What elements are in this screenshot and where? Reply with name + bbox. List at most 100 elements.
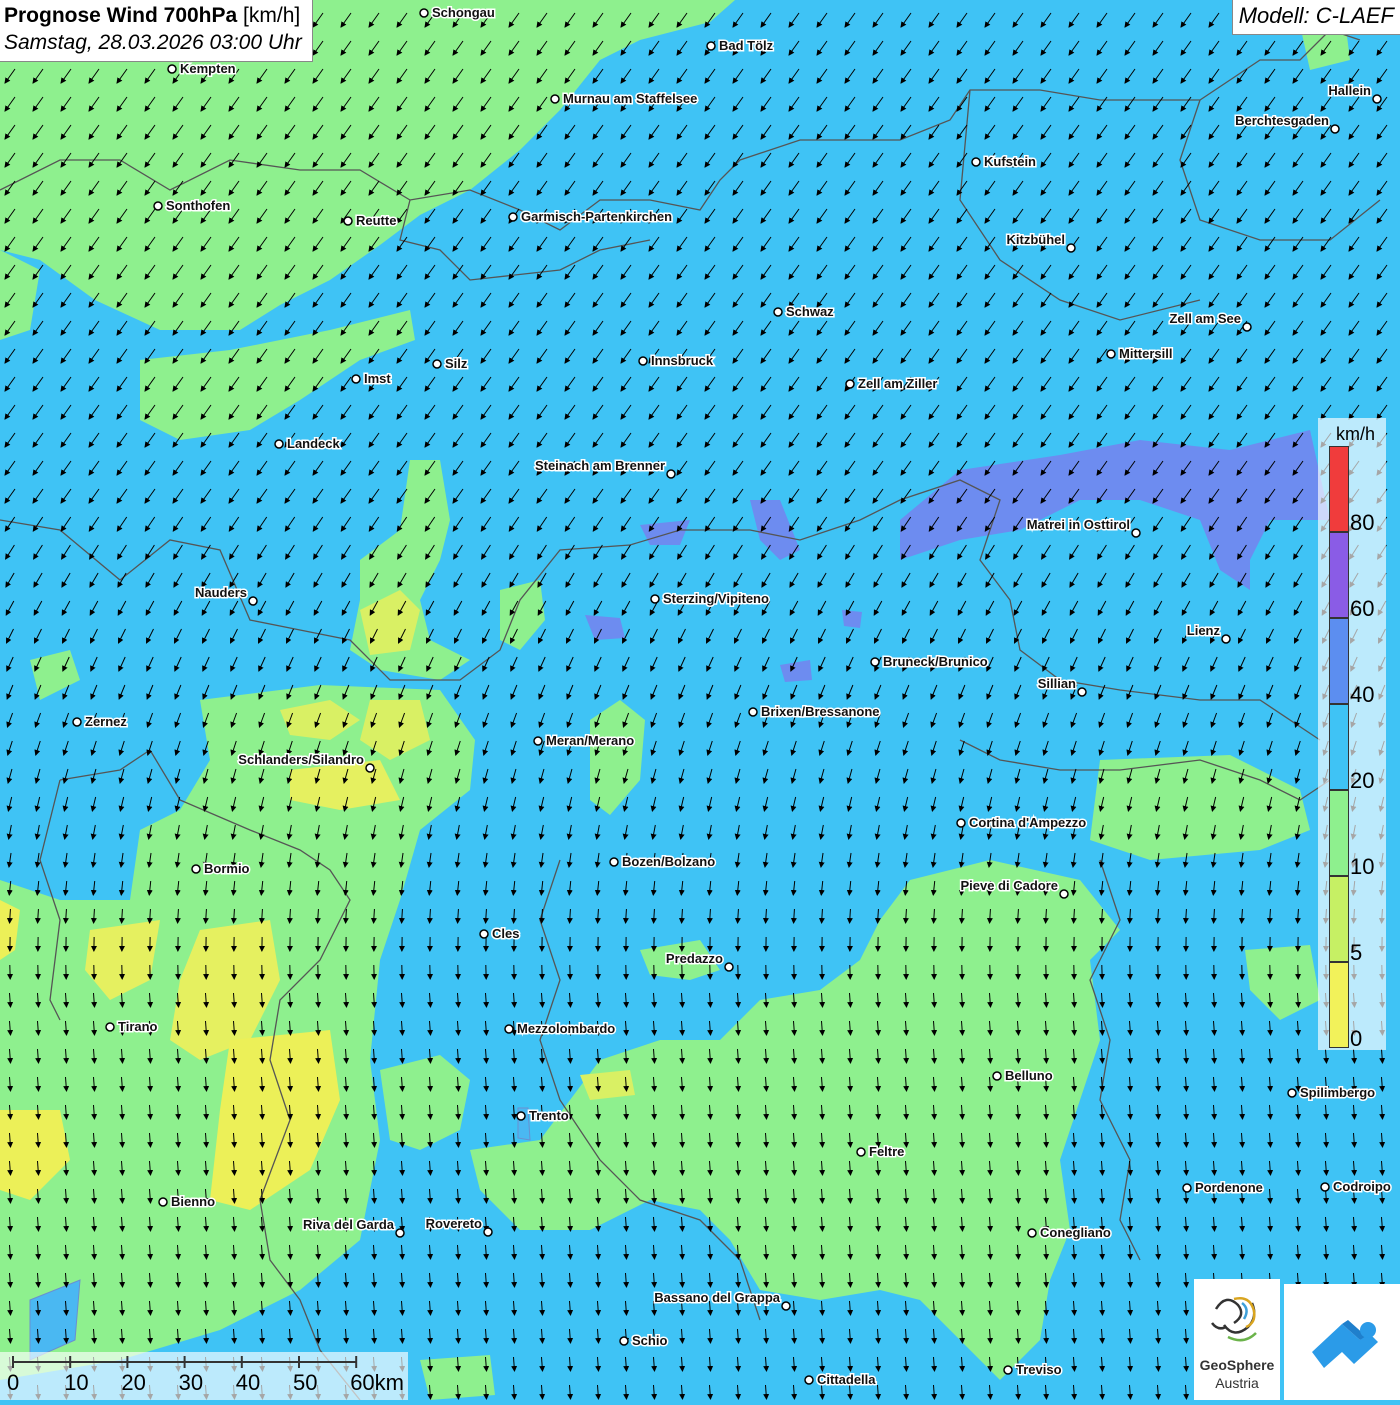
city-label: Predazzo: [666, 951, 723, 966]
city-dot: [846, 380, 854, 388]
city-dot: [159, 1198, 167, 1206]
city-dot: [275, 440, 283, 448]
legend-label: 10: [1350, 854, 1374, 880]
city-dot: [1132, 529, 1140, 537]
city-dot: [782, 1302, 790, 1310]
city-label: Sillian: [1038, 676, 1076, 691]
city-dot: [805, 1376, 813, 1384]
city-label: Nauders: [195, 585, 247, 600]
legend-segment: [1329, 790, 1349, 876]
title-box: Prognose Wind 700hPa [km/h] Samstag, 28.…: [0, 0, 313, 62]
wind-area-0-5: [580, 1070, 635, 1100]
city-label: Bad Tölz: [719, 38, 774, 53]
app-logo[interactable]: [1284, 1284, 1400, 1400]
city-dot: [249, 597, 257, 605]
city-dot: [1222, 635, 1230, 643]
scale-label: 50: [293, 1370, 317, 1396]
city-dot: [1331, 125, 1339, 133]
city-dot: [420, 9, 428, 17]
city-marker: Garmisch-Partenkirchen: [509, 209, 672, 224]
city-label: Bormio: [204, 861, 250, 876]
city-label: Lienz: [1187, 623, 1221, 638]
city-dot: [610, 858, 618, 866]
city-label: Berchtesgaden: [1235, 113, 1329, 128]
city-dot: [73, 718, 81, 726]
city-label: Steinach am Brenner: [535, 458, 665, 473]
city-label: Schongau: [432, 5, 495, 20]
city-label: Schio: [632, 1333, 667, 1348]
scale-label: 10: [64, 1370, 88, 1396]
city-label: Feltre: [869, 1144, 904, 1159]
city-dot: [749, 708, 757, 716]
city-dot: [192, 865, 200, 873]
city-marker: Bozen/Bolzano: [610, 854, 715, 869]
city-dot: [344, 217, 352, 225]
city-marker: Pordenone: [1183, 1180, 1263, 1195]
city-label: Tirano: [118, 1019, 158, 1034]
map-title-main: Prognose Wind 700hPa: [4, 4, 237, 27]
city-marker: Spilimbergo: [1288, 1085, 1375, 1100]
legend-label: 80: [1350, 510, 1374, 536]
city-dot: [725, 963, 733, 971]
legend-unit: km/h: [1336, 424, 1375, 445]
city-label: Codroipo: [1333, 1179, 1391, 1194]
wind-map: SchongauBad TölzKemptenMurnau am Staffel…: [0, 0, 1400, 1400]
city-label: Pordenone: [1195, 1180, 1263, 1195]
city-dot: [433, 360, 441, 368]
scale-label: 30: [179, 1370, 203, 1396]
city-label: Cittadella: [817, 1372, 876, 1387]
city-marker: Mezzolombardo: [505, 1021, 615, 1036]
city-label: Meran/Merano: [546, 733, 634, 748]
forecast-datetime: Samstag, 28.03.2026 03:00 Uhr: [4, 29, 302, 57]
city-dot: [106, 1023, 114, 1031]
city-label: Reutte: [356, 213, 396, 228]
legend-segment: [1329, 446, 1349, 532]
city-dot: [1004, 1366, 1012, 1374]
legend-segment: [1329, 962, 1349, 1048]
city-label: Pieve di Cadore: [960, 878, 1058, 893]
city-label: Zernez: [85, 714, 127, 729]
city-marker: Cortina d'Ampezzo: [957, 815, 1086, 830]
city-dot: [993, 1072, 1001, 1080]
city-dot: [972, 158, 980, 166]
model-label: Modell: C-LAEF: [1232, 0, 1400, 35]
city-label: Murnau am Staffelsee: [563, 91, 697, 106]
city-dot: [517, 1112, 525, 1120]
geosphere-logo[interactable]: GeoSphere Austria: [1194, 1279, 1280, 1400]
city-label: Zell am See: [1169, 311, 1241, 326]
legend-segment: [1329, 876, 1349, 962]
city-dot: [857, 1148, 865, 1156]
agency-country: Austria: [1194, 1375, 1280, 1391]
city-label: Conegliano: [1040, 1225, 1111, 1240]
city-marker: Conegliano: [1028, 1225, 1111, 1240]
city-dot: [707, 42, 715, 50]
city-dot: [1107, 350, 1115, 358]
city-label: Sonthofen: [166, 198, 230, 213]
legend-label: 5: [1350, 940, 1362, 966]
city-dot: [168, 65, 176, 73]
city-label: Garmisch-Partenkirchen: [521, 209, 672, 224]
city-dot: [1321, 1183, 1329, 1191]
city-marker: Innsbruck: [639, 353, 714, 368]
city-dot: [480, 930, 488, 938]
city-label: Landeck: [287, 436, 341, 451]
city-label: Rovereto: [426, 1216, 482, 1231]
city-label: Matrei in Osttirol: [1027, 517, 1130, 532]
city-dot: [551, 95, 559, 103]
wind-area-40-60: [842, 610, 862, 628]
city-marker: Sterzing/Vipiteno: [651, 591, 769, 606]
city-dot: [505, 1025, 513, 1033]
city-dot: [352, 375, 360, 383]
legend-label: 20: [1350, 768, 1374, 794]
city-dot: [1078, 688, 1086, 696]
map-title: Prognose Wind 700hPa [km/h]: [4, 3, 302, 29]
city-label: Cortina d'Ampezzo: [969, 815, 1086, 830]
city-dot: [1183, 1184, 1191, 1192]
city-label: Bruneck/Brunico: [883, 654, 988, 669]
city-label: Silz: [445, 356, 468, 371]
city-label: Zell am Ziller: [858, 376, 937, 391]
city-marker: Meran/Merano: [534, 733, 634, 748]
city-dot: [534, 737, 542, 745]
city-marker: Bruneck/Brunico: [871, 654, 988, 669]
city-dot: [1060, 890, 1068, 898]
